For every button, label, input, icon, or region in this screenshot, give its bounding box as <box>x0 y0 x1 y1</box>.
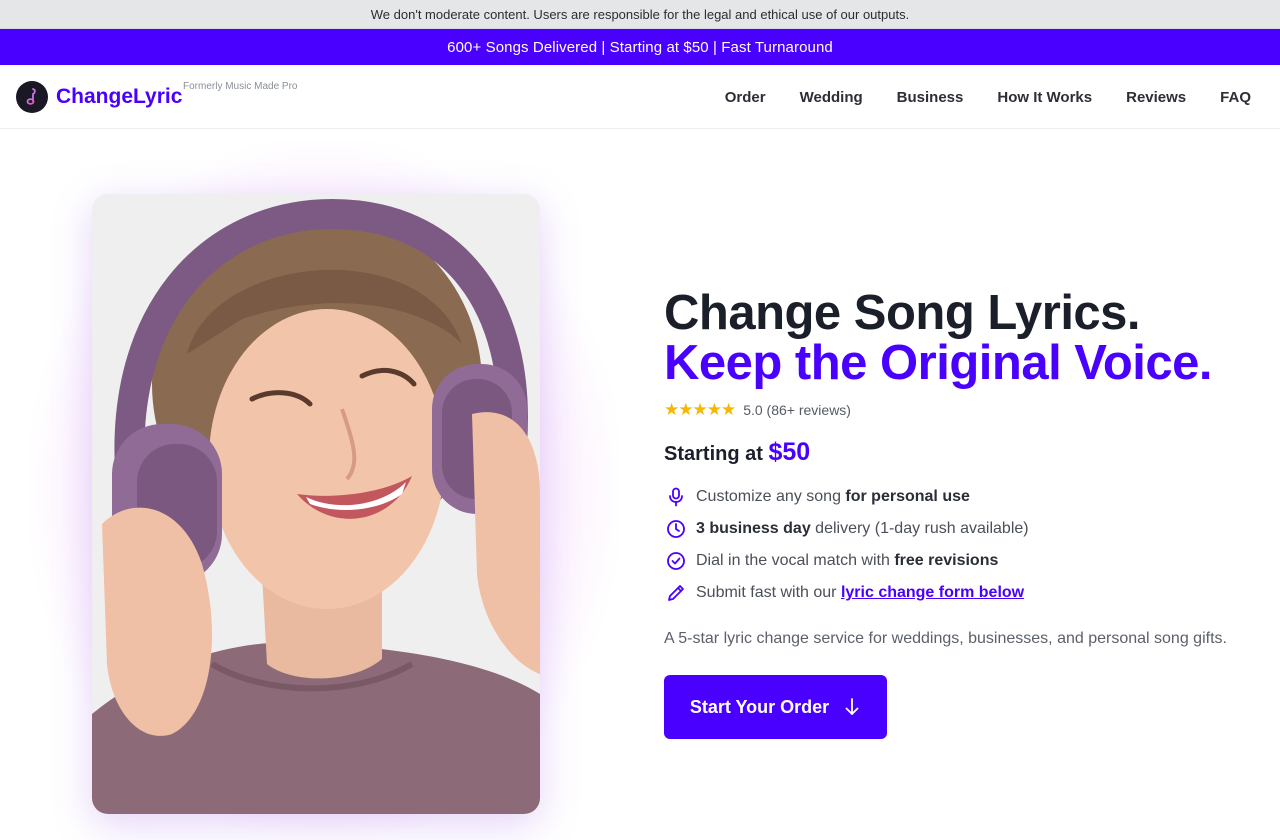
list-item: Customize any song for personal use <box>664 481 1264 513</box>
hero-title-line1: Change Song Lyrics. <box>664 286 1141 340</box>
rating-text: 5.0 (86+ reviews) <box>743 402 851 418</box>
feature-text: Customize any song for personal use <box>696 488 970 505</box>
promo-text: 600+ Songs Delivered | Starting at $50 |… <box>447 38 833 56</box>
brand-name[interactable]: ChangeLyric <box>56 85 182 109</box>
nav-wedding[interactable]: Wedding <box>800 89 863 106</box>
hero-description: A 5-star lyric change service for weddin… <box>664 630 1227 647</box>
feature-text: Dial in the vocal match with free revisi… <box>696 552 999 569</box>
start-order-label: Start Your Order <box>689 696 830 717</box>
hero-content: Change Song Lyrics. Keep the Original Vo… <box>664 288 1264 739</box>
microphone-icon <box>664 485 688 509</box>
star-rating-icon: ★★★★★ <box>664 400 736 419</box>
start-order-button[interactable]: Start Your Order <box>664 675 887 739</box>
feature-text: Submit fast with our lyric change form b… <box>696 584 1025 601</box>
price-prefix: Starting at <box>664 443 763 465</box>
price-amount: $50 <box>768 438 811 466</box>
hero-title-line2: Keep the Original Voice. <box>664 336 1213 390</box>
hero-photo <box>92 194 540 814</box>
formerly-note: Formerly Music Made Pro <box>183 81 298 92</box>
nav-reviews[interactable]: Reviews <box>1126 89 1186 106</box>
promo-bar: 600+ Songs Delivered | Starting at $50 |… <box>0 29 1280 65</box>
disclaimer-text: We don't moderate content. Users are res… <box>370 6 910 22</box>
nav-how-it-works[interactable]: How It Works <box>997 89 1092 106</box>
lyric-form-link[interactable]: lyric change form below <box>841 584 1024 601</box>
pencil-icon <box>664 581 688 605</box>
nav-business[interactable]: Business <box>897 89 964 106</box>
music-note-logo-icon[interactable] <box>16 81 48 113</box>
woman-headphones-illustration <box>92 194 540 814</box>
list-item: Dial in the vocal match with free revisi… <box>664 545 1264 577</box>
arrow-down-icon <box>845 698 859 715</box>
check-circle-icon <box>664 549 688 573</box>
main-nav: Order Wedding Business How It Works Revi… <box>725 65 1251 129</box>
list-item: 3 business day delivery (1-day rush avai… <box>664 513 1264 545</box>
site-header: ChangeLyric Formerly Music Made Pro Orde… <box>0 65 1280 129</box>
disclaimer-bar: We don't moderate content. Users are res… <box>0 0 1280 29</box>
rating-row: ★★★★★ 5.0 (86+ reviews) <box>664 400 1264 420</box>
clock-icon <box>664 517 688 541</box>
nav-order[interactable]: Order <box>725 89 766 106</box>
nav-faq[interactable]: FAQ <box>1220 89 1251 106</box>
list-item: Submit fast with our lyric change form b… <box>664 577 1264 609</box>
feature-list: Customize any song for personal use 3 bu… <box>664 481 1264 609</box>
price-line: Starting at $50 <box>664 438 1264 467</box>
feature-text: 3 business day delivery (1-day rush avai… <box>696 520 1029 537</box>
